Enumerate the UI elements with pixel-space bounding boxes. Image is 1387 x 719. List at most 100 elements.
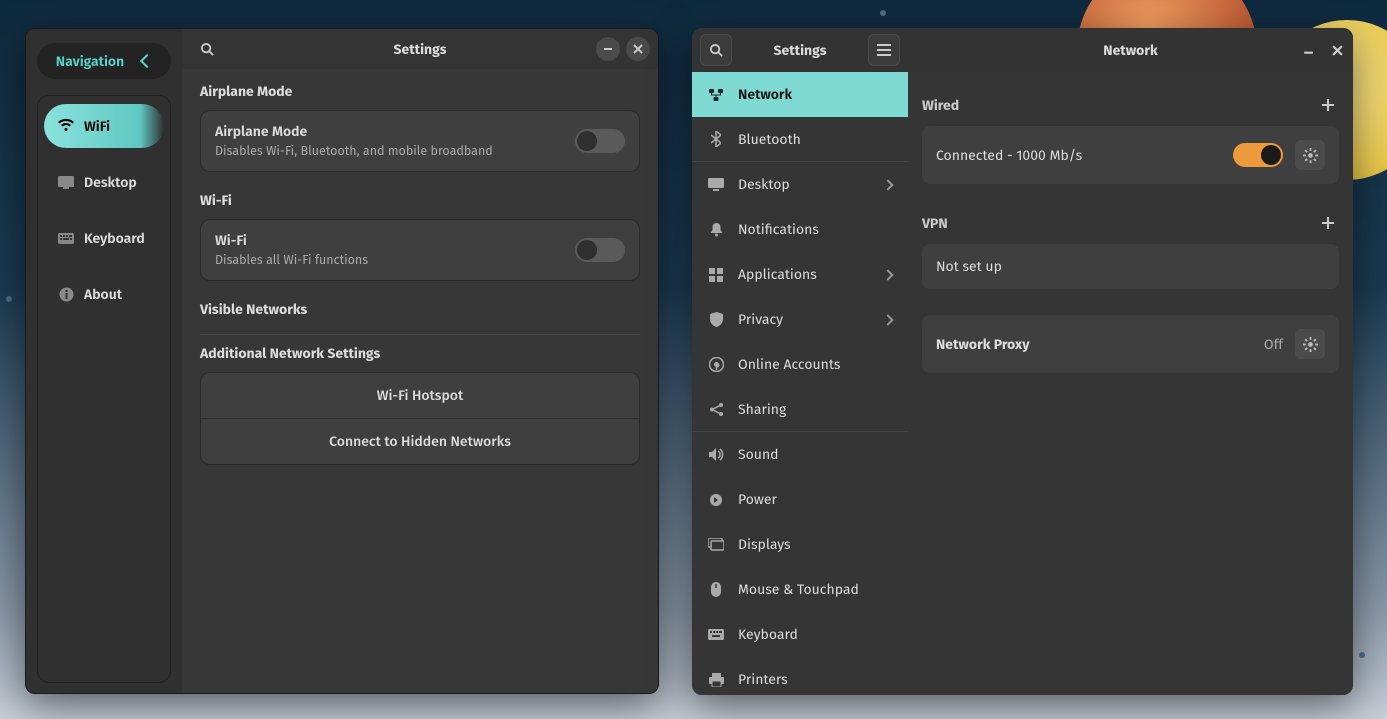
sidebar-item-label: Keyboard [84, 230, 145, 247]
bluetooth-icon [708, 131, 724, 147]
vpn-panel: Not set up [922, 244, 1339, 289]
info-icon [58, 286, 74, 302]
sidebar-item-label: Notifications [738, 221, 819, 238]
right-sidebar: Settings Network Bluetooth Desktop Notifica… [692, 28, 908, 695]
navigation-back-button[interactable]: Navigation [37, 43, 171, 79]
sidebar-item-applications[interactable]: Applications [692, 252, 908, 297]
sidebar-item-keyboard[interactable]: Keyboard [692, 612, 908, 657]
left-content: Airplane Mode Airplane Mode Disables Wi-… [182, 69, 658, 693]
minimize-button[interactable] [1303, 45, 1314, 56]
desktop-icon [58, 174, 74, 190]
window-title: Settings [182, 41, 658, 58]
chevron-right-icon [882, 179, 893, 190]
wifi-icon [58, 118, 74, 134]
chevron-right-icon [882, 269, 893, 280]
sidebar-item-sound[interactable]: Sound [692, 432, 908, 477]
settings-window-right: Settings Network Bluetooth Desktop Notifica… [692, 28, 1353, 695]
right-sidebar-titlebar: Settings [692, 28, 908, 72]
sidebar-item-label: Online Accounts [738, 356, 840, 373]
right-sidebar-list: Network Bluetooth Desktop Notifications Appl… [692, 72, 908, 695]
left-sidebar-list: WiFi Desktop Keyboard About [37, 95, 171, 683]
sidebar-item-label: Displays [738, 536, 791, 553]
sidebar-item-displays[interactable]: Displays [692, 522, 908, 567]
vpn-heading: VPN [922, 215, 948, 232]
sidebar-item-power[interactable]: Power [692, 477, 908, 522]
sidebar-item-label: Applications [738, 266, 817, 283]
sidebar-item-mouse-touchpad[interactable]: Mouse & Touchpad [692, 567, 908, 612]
sidebar-item-label: About [84, 286, 122, 303]
add-wired-button[interactable] [1317, 94, 1339, 116]
applications-icon [708, 267, 724, 283]
sidebar-item-label: Sharing [738, 401, 786, 418]
section-wifi-heading: Wi-Fi [200, 192, 640, 209]
notifications-icon [708, 222, 724, 238]
printers-icon [708, 672, 724, 688]
sidebar-item-label: Power [738, 491, 777, 508]
left-titlebar: Settings [182, 29, 658, 69]
wifi-hotspot-button[interactable]: Wi-Fi Hotspot [201, 373, 639, 418]
sidebar-item-label: Keyboard [738, 626, 798, 643]
right-main-titlebar: Network [908, 28, 1353, 72]
minimize-icon [1303, 45, 1314, 56]
vpn-status: Not set up [936, 258, 1325, 275]
wired-heading: Wired [922, 97, 959, 114]
section-visible-heading: Visible Networks [200, 301, 640, 318]
airplane-mode-subtitle: Disables Wi-Fi, Bluetooth, and mobile br… [215, 144, 493, 159]
sidebar-item-keyboard[interactable]: Keyboard [44, 216, 164, 260]
sidebar-item-sharing[interactable]: Sharing [692, 387, 908, 432]
keyboard-icon [708, 627, 724, 643]
sidebar-item-bluetooth[interactable]: Bluetooth [692, 117, 908, 162]
online-accounts-icon [708, 357, 724, 373]
proxy-status: Off [1264, 336, 1283, 353]
sharing-icon [708, 401, 724, 417]
plus-icon [1321, 216, 1335, 230]
chevron-right-icon [882, 314, 893, 325]
decor-dot [6, 296, 12, 302]
desktop-icon [708, 177, 724, 193]
sidebar-item-notifications[interactable]: Notifications [692, 207, 908, 252]
minimize-button[interactable] [596, 37, 620, 61]
sidebar-item-online-accounts[interactable]: Online Accounts [692, 342, 908, 387]
sidebar-item-label: Privacy [738, 311, 783, 328]
settings-window-left: Navigation WiFi Desktop Keyboard [25, 28, 659, 694]
sidebar-item-label: Bluetooth [738, 131, 801, 148]
divider [200, 334, 640, 335]
sidebar-item-label: Printers [738, 671, 788, 688]
proxy-panel: Network Proxy Off [922, 315, 1339, 373]
connect-hidden-button[interactable]: Connect to Hidden Networks [201, 418, 639, 464]
sidebar-item-wifi[interactable]: WiFi [44, 104, 164, 148]
airplane-mode-toggle[interactable] [575, 129, 625, 153]
mouse-icon [708, 582, 724, 598]
minimize-icon [603, 44, 613, 54]
sidebar-item-desktop[interactable]: Desktop [44, 160, 164, 204]
navigation-label: Navigation [56, 53, 124, 70]
sidebar-item-label: Mouse & Touchpad [738, 581, 859, 598]
right-content: Wired Connected - 1000 Mb/s VPN Not s [908, 72, 1353, 391]
power-icon [708, 492, 724, 508]
chevron-left-icon [140, 54, 154, 68]
proxy-settings-button[interactable] [1295, 329, 1325, 359]
wired-toggle[interactable] [1233, 143, 1283, 167]
wifi-title: Wi-Fi [215, 232, 368, 249]
sidebar-item-label: Network [738, 86, 792, 103]
window-title: Settings [692, 42, 908, 59]
wired-settings-button[interactable] [1295, 140, 1325, 170]
sidebar-item-privacy[interactable]: Privacy [692, 297, 908, 342]
sidebar-item-label: Desktop [84, 174, 137, 191]
gear-icon [1303, 337, 1318, 352]
wifi-toggle[interactable] [575, 238, 625, 262]
close-button[interactable] [1332, 45, 1343, 56]
sound-icon [708, 447, 724, 463]
sidebar-item-network[interactable]: Network [692, 72, 908, 117]
sidebar-item-about[interactable]: About [44, 272, 164, 316]
left-main: Settings Airplane Mode Airplane Mode Dis… [182, 29, 658, 693]
sidebar-item-printers[interactable]: Printers [692, 657, 908, 695]
add-vpn-button[interactable] [1317, 212, 1339, 234]
decor-dot [880, 10, 886, 16]
close-button[interactable] [626, 37, 650, 61]
sidebar-item-label: Sound [738, 446, 779, 463]
left-sidebar: Navigation WiFi Desktop Keyboard [26, 29, 182, 693]
sidebar-item-desktop[interactable]: Desktop [692, 162, 908, 207]
wifi-subtitle: Disables all Wi-Fi functions [215, 253, 368, 268]
keyboard-icon [58, 230, 74, 246]
